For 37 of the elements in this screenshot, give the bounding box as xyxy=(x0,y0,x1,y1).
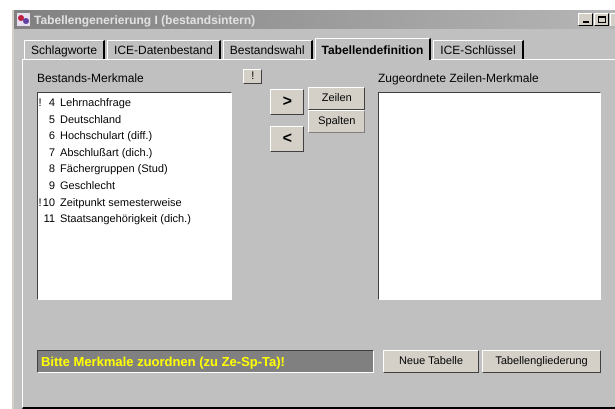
item-number: 9 xyxy=(48,179,55,194)
list-item[interactable]: Staatsangehörigkeit (dich.) xyxy=(60,211,191,228)
app-icon xyxy=(16,12,31,27)
list-item[interactable]: Fächergruppen (Stud) xyxy=(60,161,168,178)
action-button[interactable]: Neue Tabelle xyxy=(383,350,479,373)
item-number: 8 xyxy=(48,162,55,178)
move-button[interactable]: > xyxy=(270,89,304,115)
tab[interactable]: Tabellendefinition xyxy=(314,38,432,60)
window-title: Tabellengenerierung I (bestandsintern) xyxy=(34,12,256,28)
list-item[interactable]: Zeitpunkt semesterweise xyxy=(60,194,182,212)
status-message: Bitte Merkmale zuordnen (zu Ze-Sp-Ta)! xyxy=(37,350,374,373)
item-number: 4 xyxy=(48,96,55,112)
target-button[interactable]: Spalten xyxy=(308,110,366,133)
list-label: Bestands-Merkmale xyxy=(37,70,144,87)
list-item[interactable]: Geschlecht xyxy=(60,178,116,195)
item-number: 11 xyxy=(42,212,55,228)
tab[interactable]: ICE-Schlüssel xyxy=(433,40,524,59)
action-button[interactable]: Tabellengliederung xyxy=(482,350,601,373)
list-item[interactable]: Hochschulart (diff.) xyxy=(60,128,152,145)
list-item[interactable]: Lehrnachfrage xyxy=(60,95,131,112)
target-button[interactable]: Zeilen xyxy=(308,87,366,110)
tab[interactable]: Schlagworte xyxy=(24,40,106,59)
list-item[interactable]: Abschlußart (dich.) xyxy=(60,144,152,162)
flag-mark: ! xyxy=(38,196,42,211)
item-number: 10 xyxy=(42,196,55,211)
list-label: Zugeordnete Zeilen-Merkmale xyxy=(378,70,539,87)
item-number: 7 xyxy=(48,146,55,161)
tab[interactable]: ICE-Datenbestand xyxy=(107,40,221,59)
list-item[interactable]: Deutschland xyxy=(60,112,122,128)
hint-button[interactable]: ! xyxy=(243,68,262,84)
flag-mark: ! xyxy=(38,96,42,112)
maximize-icon[interactable] xyxy=(594,13,609,26)
move-button[interactable]: < xyxy=(270,126,304,152)
minimize-icon[interactable] xyxy=(578,13,593,26)
item-number: 5 xyxy=(48,112,55,128)
tab[interactable]: Bestandswahl xyxy=(222,40,312,59)
item-number: 6 xyxy=(48,129,55,144)
